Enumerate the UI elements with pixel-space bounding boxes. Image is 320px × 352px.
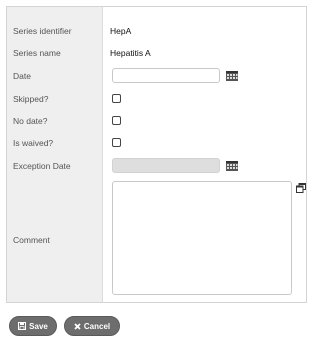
skipped-label: Skipped?: [13, 94, 49, 104]
save-button[interactable]: Save: [9, 316, 57, 336]
floppy-disk-icon: [18, 322, 27, 330]
date-label: Date: [13, 71, 31, 81]
row-is-waived: Is waived?: [7, 132, 308, 154]
skipped-checkbox[interactable]: [112, 94, 121, 103]
comment-textarea[interactable]: [112, 181, 292, 295]
series-identifier-value: HepA: [110, 26, 132, 36]
is-waived-checkbox[interactable]: [112, 138, 121, 147]
series-name-value: Hepatitis A: [110, 48, 151, 58]
comment-label: Comment: [13, 235, 50, 245]
no-date-checkbox[interactable]: [112, 116, 121, 125]
series-identifier-label: Series identifier: [13, 26, 72, 36]
expand-window-icon[interactable]: [296, 183, 306, 193]
row-skipped: Skipped?: [7, 88, 308, 110]
calendar-icon[interactable]: [226, 161, 238, 171]
exception-date-input: [112, 158, 220, 173]
save-button-label: Save: [29, 321, 48, 331]
exception-date-label: Exception Date: [13, 161, 71, 171]
row-exception-date: Exception Date: [7, 155, 308, 177]
row-date: Date: [7, 65, 308, 87]
vaccine-series-form: Series identifier HepA Series name Hepat…: [6, 6, 307, 303]
date-input[interactable]: [112, 68, 220, 83]
no-date-label: No date?: [13, 116, 48, 126]
cancel-button-label: Cancel: [83, 321, 111, 331]
row-no-date: No date?: [7, 110, 308, 132]
x-icon: [74, 322, 81, 330]
row-series-identifier: Series identifier HepA: [7, 20, 308, 42]
cancel-button[interactable]: Cancel: [64, 316, 120, 336]
series-name-label: Series name: [13, 48, 61, 58]
is-waived-label: Is waived?: [13, 138, 54, 148]
row-series-name: Series name Hepatitis A: [7, 42, 308, 64]
calendar-icon[interactable]: [226, 71, 238, 81]
